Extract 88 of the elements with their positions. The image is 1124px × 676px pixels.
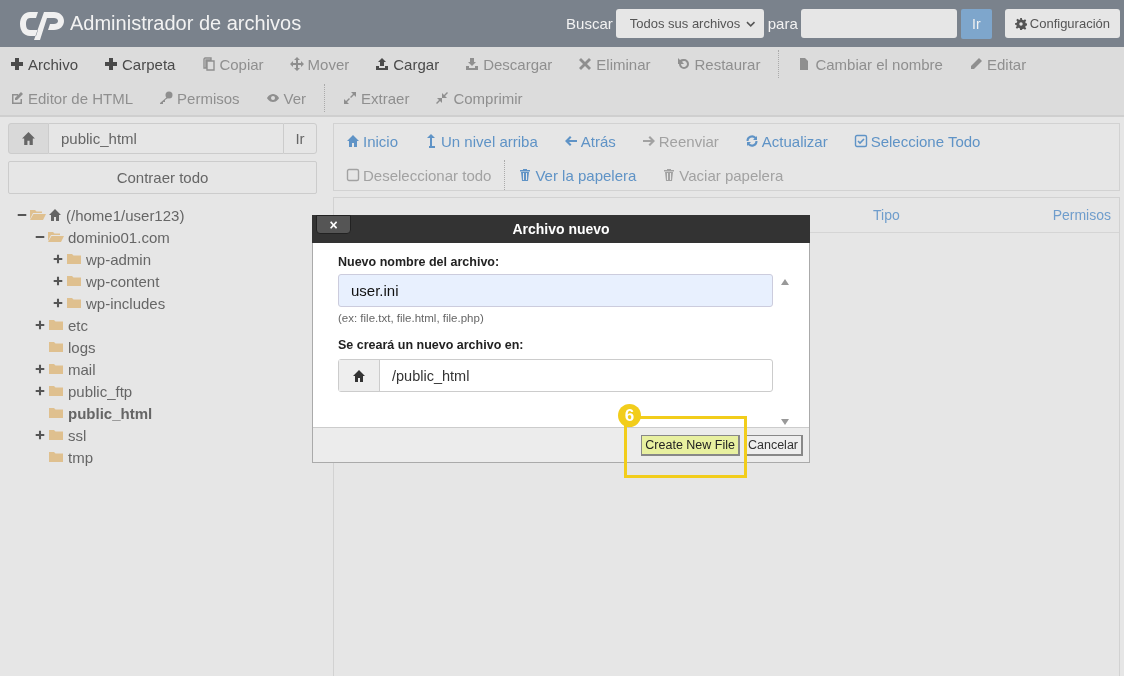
eye-icon bbox=[265, 91, 280, 105]
create-file-button[interactable]: Create New File bbox=[641, 434, 740, 456]
plus-icon bbox=[104, 57, 119, 71]
nav-button[interactable]: Inicio bbox=[346, 124, 399, 158]
path-field[interactable]: public_html bbox=[49, 123, 283, 154]
folder-icon bbox=[48, 406, 64, 420]
scope-dropdown[interactable]: Todos sus archivos bbox=[615, 9, 764, 38]
toolbar-button[interactable]: Carpeta bbox=[104, 47, 176, 81]
search-field[interactable] bbox=[800, 9, 957, 38]
expand-icon[interactable] bbox=[52, 253, 64, 265]
folder-icon bbox=[48, 384, 64, 398]
copy-icon bbox=[201, 57, 216, 71]
chevron-down-icon bbox=[746, 19, 756, 28]
expand-icon[interactable] bbox=[52, 275, 64, 287]
settings-button[interactable]: Configuración bbox=[1004, 9, 1120, 38]
arrow-left-icon bbox=[563, 134, 578, 148]
tree-item[interactable]: ssl bbox=[68, 426, 87, 444]
app-title: Administrador de archivos bbox=[70, 12, 302, 35]
folder-icon bbox=[48, 450, 64, 464]
folder-icon bbox=[48, 362, 64, 376]
home-icon bbox=[352, 368, 366, 383]
undo-icon bbox=[676, 57, 691, 71]
home-icon bbox=[21, 131, 36, 146]
expand-icon[interactable] bbox=[34, 319, 46, 331]
checkbox-icon bbox=[853, 134, 868, 148]
location-value: /public_html bbox=[391, 367, 470, 384]
toolbar-button[interactable]: Archivo bbox=[10, 47, 79, 81]
hint-text: (ex: file.txt, file.html, file.php) bbox=[338, 312, 485, 324]
tree-item[interactable]: public_ftp bbox=[68, 382, 133, 400]
tree-item[interactable]: mail bbox=[68, 360, 96, 378]
location-field[interactable]: /public_html bbox=[338, 359, 773, 392]
home-icon bbox=[346, 134, 360, 148]
for-label: para bbox=[767, 15, 798, 32]
dialog-title: Archivo nuevo bbox=[512, 221, 610, 237]
folder-icon bbox=[48, 428, 64, 442]
home-button[interactable] bbox=[8, 123, 49, 154]
trash-icon bbox=[662, 168, 677, 182]
nav-button[interactable]: Actualizar bbox=[744, 124, 828, 158]
tree-item[interactable]: public_html bbox=[68, 404, 153, 422]
tree-item[interactable]: dominio01.com bbox=[68, 228, 170, 246]
tree-item[interactable]: tmp bbox=[68, 448, 93, 466]
folder-icon bbox=[66, 274, 82, 288]
key-icon bbox=[159, 91, 174, 105]
folder-icon bbox=[48, 230, 64, 244]
filename-field[interactable]: user.ini bbox=[338, 274, 773, 307]
home-icon bbox=[48, 208, 62, 222]
search-label: Buscar bbox=[566, 15, 613, 32]
folder-icon bbox=[66, 252, 82, 266]
nav-button[interactable]: Ver la papelera bbox=[518, 158, 637, 192]
pencil-icon bbox=[968, 57, 983, 71]
collapse-all-button[interactable]: Contraer todo bbox=[8, 161, 317, 194]
close-button[interactable]: × bbox=[316, 215, 351, 234]
expand-icon[interactable] bbox=[34, 385, 46, 397]
tree-item[interactable]: wp-content bbox=[86, 272, 160, 290]
tree-item[interactable]: etc bbox=[68, 316, 88, 334]
tree-item[interactable]: (/home1/user123) bbox=[66, 206, 185, 224]
arrow-right-icon bbox=[641, 134, 656, 148]
download-icon bbox=[465, 57, 480, 71]
trash-icon bbox=[518, 168, 533, 182]
expand-icon[interactable] bbox=[52, 297, 64, 309]
expand-icon[interactable] bbox=[34, 363, 46, 375]
column-header[interactable]: Tipo bbox=[873, 207, 900, 223]
expand-icon bbox=[343, 91, 358, 105]
folder-icon bbox=[30, 208, 46, 222]
folder-icon bbox=[48, 340, 64, 354]
field-label: Se creará un nuevo archivo en: bbox=[338, 338, 525, 352]
checkbox-icon bbox=[346, 168, 360, 182]
tree-item[interactable]: wp-includes bbox=[86, 294, 166, 312]
tree-item[interactable]: wp-admin bbox=[86, 250, 152, 268]
compress-icon bbox=[435, 91, 450, 105]
go-button[interactable]: Ir bbox=[283, 123, 317, 154]
move-icon bbox=[289, 57, 304, 71]
folder-icon bbox=[48, 318, 64, 332]
column-header[interactable]: Permisos bbox=[1052, 207, 1111, 223]
tree-item[interactable]: logs bbox=[68, 338, 96, 356]
folder-icon bbox=[66, 296, 82, 310]
plus-icon bbox=[10, 57, 24, 71]
field-label: Nuevo nombre del archivo: bbox=[338, 255, 501, 269]
edit-icon bbox=[10, 91, 24, 105]
nav-button[interactable]: Un nivel arriba bbox=[424, 124, 538, 158]
toolbar-button[interactable]: Cargar bbox=[375, 47, 440, 81]
settings-icon bbox=[1014, 17, 1027, 30]
nav-button[interactable]: Seleccione Todo bbox=[853, 124, 981, 158]
upload-icon bbox=[375, 57, 390, 71]
x-icon bbox=[578, 57, 593, 71]
nav-button[interactable]: Atrás bbox=[563, 124, 616, 158]
refresh-icon bbox=[744, 134, 759, 148]
expand-icon[interactable] bbox=[34, 429, 46, 441]
